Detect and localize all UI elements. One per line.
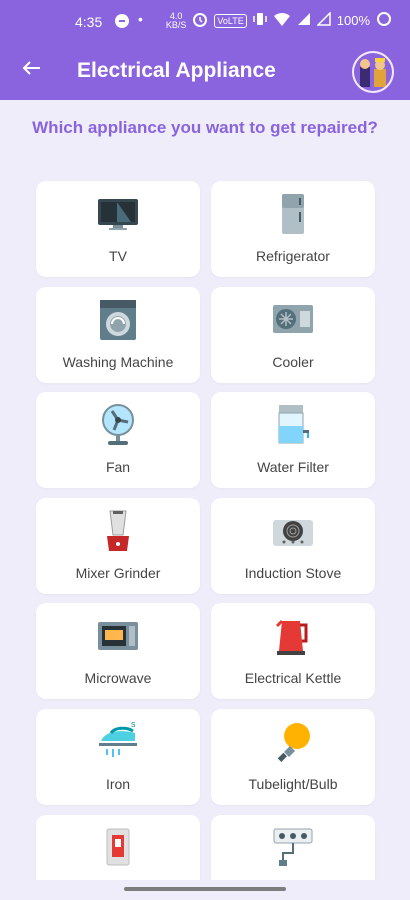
signal-2-icon [315, 11, 331, 29]
app-bar: Electrical Appliance [0, 44, 410, 100]
battery-text: 100% [336, 13, 370, 28]
kettle-icon [270, 613, 316, 659]
arrow-left-icon [21, 57, 41, 85]
appliance-card-tv[interactable]: TV [36, 181, 200, 277]
switch-icon [95, 825, 141, 871]
wifi-icon [273, 11, 291, 30]
appliance-label: Washing Machine [62, 354, 174, 370]
extension-board-icon [270, 825, 316, 871]
tv-icon [95, 191, 141, 237]
status-bar: 4:35 • 4.0 KB/S VoLTE 100% [0, 0, 410, 44]
washing-machine-icon [95, 297, 141, 343]
appliance-card-tubelight-bulb[interactable]: Tubelight/Bulb [211, 709, 375, 805]
appliance-card-washing-machine[interactable]: Washing Machine [36, 287, 200, 383]
iron-icon: s [95, 719, 141, 765]
alarm-icon [192, 11, 208, 30]
back-button[interactable] [16, 56, 46, 86]
refrigerator-icon [270, 191, 316, 237]
appliance-card-extension-board[interactable] [211, 815, 375, 885]
microwave-icon [95, 613, 141, 659]
appliance-label: Microwave [84, 670, 152, 686]
question-heading: Which appliance you want to get repaired… [32, 118, 378, 137]
appliance-card-switch[interactable] [36, 815, 200, 885]
appliance-label: Induction Stove [244, 565, 342, 581]
appliance-card-induction-stove[interactable]: Induction Stove [211, 498, 375, 594]
net-speed-unit: KB/S [165, 19, 187, 30]
chat-icon [114, 13, 130, 32]
svg-text:s: s [131, 719, 136, 729]
induction-stove-icon [270, 508, 316, 554]
appliance-card-cooler[interactable]: Cooler [211, 287, 375, 383]
signal-icon [297, 12, 311, 29]
appliance-label: Water Filter [257, 459, 329, 475]
appliance-card-water-filter[interactable]: Water Filter [211, 392, 375, 488]
mixer-grinder-icon [95, 508, 141, 554]
appliance-card-microwave[interactable]: Microwave [36, 603, 200, 699]
water-filter-icon [270, 402, 316, 448]
appliance-card-iron[interactable]: s Iron [36, 709, 200, 805]
battery-icon [376, 11, 392, 30]
appliance-card-mixer-grinder[interactable]: Mixer Grinder [36, 498, 200, 594]
vibrate-icon [253, 11, 267, 30]
appliance-label: Mixer Grinder [75, 565, 161, 581]
appliance-label: Cooler [272, 354, 314, 370]
notification-dot-icon: • [138, 11, 143, 27]
home-gesture-handle[interactable] [124, 887, 286, 891]
cooler-icon [270, 297, 316, 343]
volte-badge: VoLTE [214, 13, 247, 28]
appliance-card-refrigerator[interactable]: Refrigerator [211, 181, 375, 277]
status-icons: 4.0 KB/S VoLTE 100% [166, 11, 392, 30]
page-title: Electrical Appliance [77, 59, 276, 82]
appliance-label: Iron [105, 776, 131, 792]
appliance-label: Fan [105, 459, 131, 475]
appliance-label: Refrigerator [256, 248, 330, 264]
nav-bar [0, 880, 410, 900]
avatar[interactable] [352, 51, 394, 93]
bulb-icon [270, 719, 316, 765]
fan-icon [95, 402, 141, 448]
appliance-card-fan[interactable]: Fan [36, 392, 200, 488]
appliance-label: Tubelight/Bulb [248, 776, 338, 792]
appliance-label: Electrical Kettle [244, 670, 342, 686]
appliance-label: TV [109, 248, 127, 264]
appliance-card-electrical-kettle[interactable]: Electrical Kettle [211, 603, 375, 699]
status-time: 4:35 [75, 14, 103, 30]
